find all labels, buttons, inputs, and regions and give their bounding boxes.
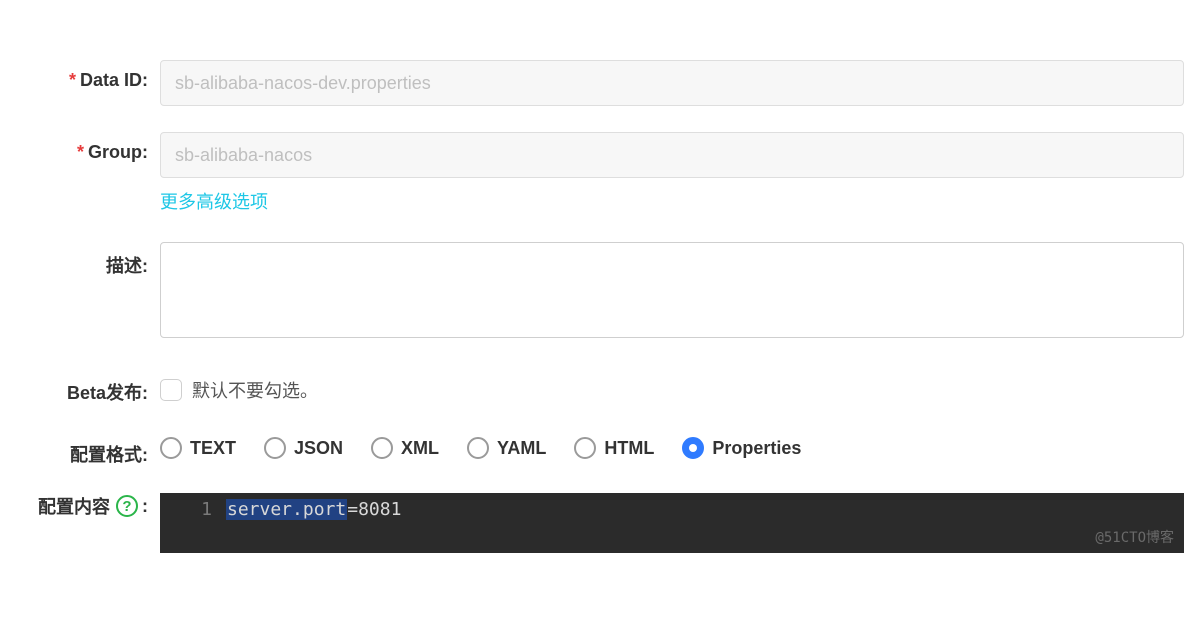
label-data-id-text: Data ID:: [80, 70, 148, 91]
label-content-text: 配置内容: [38, 493, 110, 519]
editor-line-1: 1 server.port=8081: [170, 499, 1174, 520]
label-data-id: * Data ID:: [0, 60, 160, 91]
label-content: 配置内容 ? :: [0, 493, 160, 519]
row-group: * Group:: [0, 132, 1184, 178]
data-id-input[interactable]: [160, 60, 1184, 106]
code-eq: =: [347, 499, 358, 520]
row-data-id: * Data ID:: [0, 60, 1184, 106]
field-content: 1 server.port=8081 @51CTO博客: [160, 493, 1184, 553]
code-editor[interactable]: 1 server.port=8081 @51CTO博客: [160, 493, 1184, 553]
row-content: 配置内容 ? : 1 server.port=8081 @51CTO博客: [0, 493, 1184, 553]
label-beta-text: Beta发布:: [67, 379, 148, 405]
label-beta: Beta发布:: [0, 369, 160, 405]
line-number: 1: [170, 499, 226, 520]
row-format: 配置格式: TEXT JSON XML YAML HTML Properties: [0, 431, 1184, 467]
format-radio-xml[interactable]: XML: [371, 437, 439, 459]
row-advanced: 更多高级选项: [0, 184, 1184, 214]
radio-icon: [574, 437, 596, 459]
field-description: [160, 242, 1184, 343]
row-beta: Beta发布: 默认不要勾选。: [0, 369, 1184, 405]
radio-label: Properties: [712, 438, 801, 459]
label-description-text: 描述:: [106, 252, 148, 278]
code-text: server.port=8081: [226, 499, 401, 520]
radio-icon: [682, 437, 704, 459]
beta-checkbox[interactable]: [160, 379, 182, 401]
label-group: * Group:: [0, 132, 160, 163]
beta-hint-text: 默认不要勾选。: [192, 377, 318, 403]
config-form: * Data ID: * Group: 更多高级选项 描述: Beta发布:: [0, 0, 1184, 553]
field-beta: 默认不要勾选。: [160, 369, 1184, 403]
format-radio-text[interactable]: TEXT: [160, 437, 236, 459]
radio-label: JSON: [294, 438, 343, 459]
advanced-options-link[interactable]: 更多高级选项: [160, 188, 268, 214]
help-icon[interactable]: ?: [116, 495, 138, 517]
code-val: 8081: [358, 499, 401, 520]
format-radio-yaml[interactable]: YAML: [467, 437, 546, 459]
radio-label: TEXT: [190, 438, 236, 459]
label-content-colon: :: [142, 496, 148, 517]
radio-label: YAML: [497, 438, 546, 459]
format-radio-properties[interactable]: Properties: [682, 437, 801, 459]
label-description: 描述:: [0, 242, 160, 278]
radio-icon: [467, 437, 489, 459]
code-key: server.port: [226, 499, 347, 520]
required-star: *: [69, 70, 76, 91]
row-description: 描述:: [0, 242, 1184, 343]
format-radio-json[interactable]: JSON: [264, 437, 343, 459]
radio-label: HTML: [604, 438, 654, 459]
watermark: @51CTO博客: [1095, 527, 1174, 547]
field-format: TEXT JSON XML YAML HTML Properties: [160, 431, 1184, 459]
label-format-text: 配置格式:: [70, 441, 148, 467]
field-data-id: [160, 60, 1184, 106]
label-group-text: Group:: [88, 142, 148, 163]
field-advanced: 更多高级选项: [160, 184, 1184, 214]
label-format: 配置格式:: [0, 431, 160, 467]
format-radio-group: TEXT JSON XML YAML HTML Properties: [160, 431, 1184, 459]
description-textarea[interactable]: [160, 242, 1184, 338]
radio-icon: [160, 437, 182, 459]
radio-label: XML: [401, 438, 439, 459]
radio-icon: [264, 437, 286, 459]
required-star: *: [77, 142, 84, 163]
radio-icon: [371, 437, 393, 459]
format-radio-html[interactable]: HTML: [574, 437, 654, 459]
field-group: [160, 132, 1184, 178]
group-input[interactable]: [160, 132, 1184, 178]
